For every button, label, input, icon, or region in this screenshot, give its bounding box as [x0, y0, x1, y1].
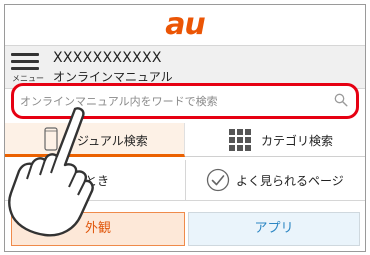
tab-apps[interactable]: アプリ — [188, 212, 360, 246]
tab-category-search[interactable]: カテゴリ検索 — [185, 123, 365, 157]
search-icon[interactable] — [334, 93, 348, 107]
menu-button[interactable]: メニュー — [8, 51, 44, 85]
quick-link-popular[interactable]: よく見られるページ — [186, 160, 365, 200]
logo-bar: au — [5, 5, 365, 45]
grid-icon — [229, 129, 251, 151]
tab-category-search-label: カテゴリ検索 — [261, 134, 334, 148]
check-circle-icon — [206, 168, 230, 192]
au-logo: au — [165, 7, 206, 42]
device-name: XXXXXXXXXXX — [53, 50, 162, 66]
quick-link-popular-label: よく見られるページ — [236, 174, 344, 188]
manual-screen: au メニュー XXXXXXXXXXX オンラインマニュアル ジュアル検索 — [4, 4, 366, 252]
pointing-hand-icon — [8, 107, 94, 237]
